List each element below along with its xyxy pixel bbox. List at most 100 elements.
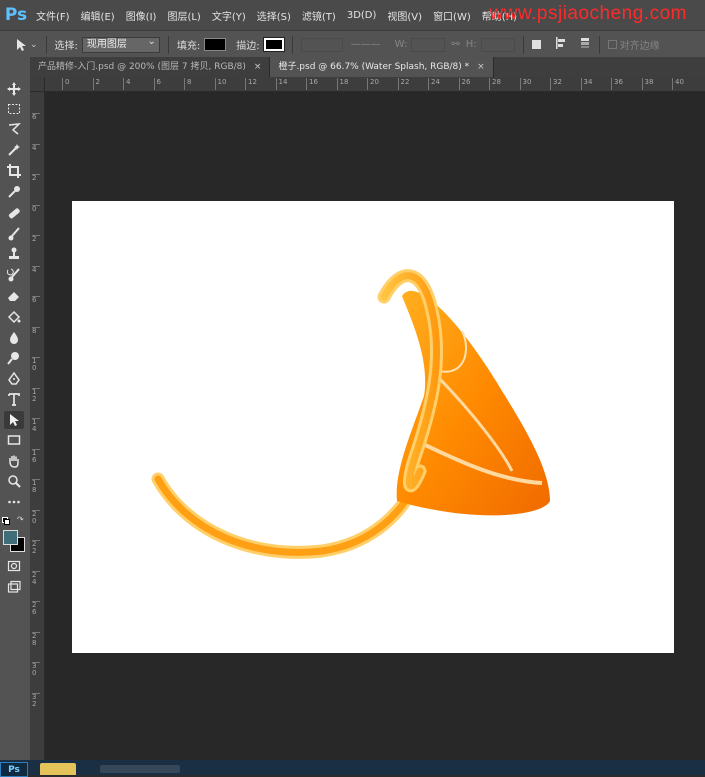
magic-wand-tool[interactable]	[4, 141, 24, 159]
dodge-icon	[7, 352, 19, 365]
ruler-origin[interactable]	[30, 77, 45, 92]
brush-tool[interactable]	[4, 225, 24, 243]
ruler-tick-label: 18	[32, 479, 40, 494]
document-canvas[interactable]	[72, 201, 674, 653]
vertical-ruler[interactable]: 6 4 2 0 2 4 6 8 10 12 14 16 18 20 22 24 26 28 30 32	[30, 91, 45, 760]
ruler-tick-label: 8	[184, 78, 191, 90]
photoshop-logo[interactable]: Ps	[4, 4, 28, 26]
swap-colors-icon[interactable]: ↷	[17, 515, 24, 524]
eraser-icon	[8, 292, 19, 301]
ruler-tick-label: 4	[32, 265, 40, 274]
stroke-width-field[interactable]	[300, 37, 343, 52]
tab-document-1[interactable]: 产品精修-入门.psd @ 200% (图层 7 拷贝, RGB/8) ×	[30, 57, 271, 77]
horizontal-ruler[interactable]: 0 2 4 6 8 10 12 14 16 18 20 22 24 26 28 30 32 34 36 38 40	[30, 77, 705, 92]
stroke-type-dropdown[interactable]: ———	[351, 39, 381, 50]
paint-bucket-icon	[7, 310, 21, 324]
ruler-tick-label: 20	[367, 78, 379, 90]
ruler-tick-label: 32	[32, 692, 40, 708]
menu-file[interactable]: 文件(F)	[36, 8, 70, 23]
close-icon[interactable]: ×	[254, 57, 262, 77]
menu-filter[interactable]: 滤镜(T)	[302, 8, 336, 23]
ruler-tick-label: 6	[153, 78, 161, 90]
menu-view[interactable]: 视图(V)	[387, 8, 422, 23]
healing-brush-tool[interactable]	[4, 204, 24, 222]
quick-mask-button[interactable]	[4, 557, 24, 575]
menu-image[interactable]: 图像(I)	[126, 8, 157, 23]
ruler-tick-label: 26	[32, 601, 40, 616]
menu-window[interactable]: 窗口(W)	[433, 8, 471, 23]
h-label: H:	[465, 39, 477, 50]
ruler-tick-label: 0	[62, 78, 69, 90]
hand-tool[interactable]	[4, 452, 24, 470]
stroke-label: 描边:	[236, 41, 260, 52]
tab-label: 产品精修-入门.psd @ 200% (图层 7 拷贝, RGB/8)	[38, 62, 246, 72]
select-label: 选择:	[54, 41, 78, 52]
rectangle-tool[interactable]	[4, 431, 24, 449]
menu-layer[interactable]: 图层(L)	[167, 8, 200, 23]
pen-tool[interactable]	[4, 370, 24, 388]
select-dropdown[interactable]: 现用图层	[81, 35, 160, 53]
ruler-tick-label: 4	[32, 143, 40, 152]
path-arrangement-icon[interactable]	[579, 37, 591, 52]
type-tool[interactable]	[4, 390, 24, 408]
close-icon[interactable]: ×	[477, 57, 485, 77]
blur-tool[interactable]	[4, 329, 24, 347]
w-label: W:	[394, 39, 408, 50]
blur-icon	[10, 332, 18, 344]
marquee-tool[interactable]	[4, 100, 24, 118]
menu-select[interactable]: 选择(S)	[257, 8, 291, 23]
quick-mask-icon	[7, 560, 21, 572]
w-field[interactable]	[411, 37, 446, 52]
eraser-tool[interactable]	[4, 287, 24, 305]
ruler-tick-label: 12	[245, 78, 257, 90]
toolbar-header	[0, 57, 30, 77]
crop-tool[interactable]	[4, 162, 24, 180]
link-icon[interactable]: ⚯	[451, 39, 459, 50]
divider	[291, 35, 293, 54]
path-alignment-icon[interactable]	[555, 37, 567, 52]
type-icon	[8, 393, 20, 406]
default-colors-icon[interactable]	[2, 517, 10, 525]
ruler-tick-label: 26	[458, 78, 470, 90]
zoom-tool[interactable]	[4, 472, 24, 490]
eyedropper-tool[interactable]	[4, 183, 24, 201]
crop-icon	[7, 164, 21, 178]
taskbar-folder-icon[interactable]	[40, 763, 76, 775]
ruler-tick-label: 10	[32, 357, 40, 372]
fill-swatch[interactable]	[204, 38, 227, 51]
options-bar: ⌄ 选择: 现用图层 填充: 描边: ——— W: ⚯ H: 对齐边缘	[0, 30, 705, 59]
path-selection-tool[interactable]	[4, 411, 24, 429]
menu-edit[interactable]: 编辑(E)	[81, 8, 115, 23]
pen-icon	[8, 372, 20, 385]
path-operations-icon[interactable]	[531, 40, 541, 49]
orange-slice-image	[151, 269, 550, 559]
dodge-tool[interactable]	[4, 349, 24, 367]
menu-type[interactable]: 文字(Y)	[212, 8, 246, 23]
divider	[45, 35, 47, 54]
history-brush-tool[interactable]	[4, 266, 24, 284]
tab-document-2[interactable]: 橙子.psd @ 66.7% (Water Splash, RGB/8) * ×	[270, 57, 494, 77]
align-edges-checkbox[interactable]	[607, 40, 617, 49]
fill-label: 填充:	[176, 41, 201, 52]
stroke-swatch[interactable]	[262, 37, 285, 52]
paint-bucket-tool[interactable]	[4, 308, 24, 326]
ruler-tick-label: 2	[92, 78, 100, 90]
foreground-color-swatch[interactable]	[3, 530, 18, 545]
h-field[interactable]	[480, 37, 515, 52]
ruler-tick-label: 32	[550, 78, 562, 90]
screen-mode-button[interactable]	[4, 578, 24, 596]
menu-3d[interactable]: 3D(D)	[347, 10, 377, 21]
magic-wand-icon	[8, 144, 20, 156]
eyedropper-icon	[8, 186, 20, 198]
taskbar-item[interactable]	[100, 765, 180, 773]
ruler-tick-label: 20	[32, 509, 40, 525]
ruler-tick-label: 16	[306, 78, 318, 90]
clone-stamp-tool[interactable]	[4, 245, 24, 263]
ruler-tick-label: 22	[32, 540, 40, 555]
ruler-tick-label: 22	[397, 78, 409, 90]
tool-preset-icon[interactable]: ⌄	[14, 38, 38, 52]
more-tools[interactable]	[4, 493, 24, 511]
ruler-tick-label: 30	[32, 662, 40, 677]
move-tool[interactable]	[4, 80, 24, 98]
lasso-tool[interactable]	[4, 120, 24, 138]
